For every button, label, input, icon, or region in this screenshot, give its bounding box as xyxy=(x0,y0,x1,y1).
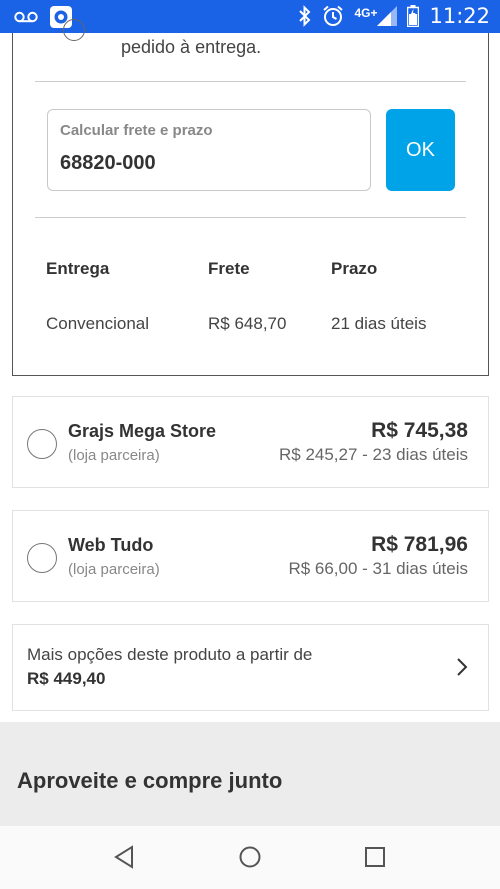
divider xyxy=(35,217,466,218)
chevron-right-icon xyxy=(457,658,468,676)
battery-icon xyxy=(407,5,420,27)
bluetooth-icon xyxy=(299,5,311,27)
buy-together-section: Aproveite e compre junto xyxy=(0,722,500,826)
seller-option[interactable]: Web Tudo (loja parceira) R$ 781,96 R$ 66… xyxy=(12,510,489,602)
header-entrega: Entrega xyxy=(46,259,110,278)
cep-field[interactable]: Calcular frete e prazo xyxy=(47,109,371,191)
section-title: Aproveite e compre junto xyxy=(17,768,283,793)
clock: 11:22 xyxy=(429,4,490,28)
seller-radio[interactable] xyxy=(27,543,57,573)
seller-option[interactable]: Grajs Mega Store (loja parceira) R$ 745,… xyxy=(12,396,489,488)
more-options-link[interactable]: Mais opções deste produto a partir de R$… xyxy=(12,624,489,711)
seller-radio[interactable] xyxy=(27,429,57,459)
signal-icon xyxy=(377,6,398,26)
seller-price: R$ 745,38 xyxy=(371,419,468,442)
seller-name: Grajs Mega Store xyxy=(68,421,217,441)
recents-icon[interactable] xyxy=(362,844,388,870)
divider xyxy=(35,81,466,82)
navigation-bar xyxy=(0,826,500,889)
seller-subtitle: (loja parceira) xyxy=(68,447,160,464)
back-icon[interactable] xyxy=(112,844,138,870)
more-options-text: Mais opções deste produto a partir de xyxy=(27,645,313,664)
delivery-card: pedido à entrega. Calcular frete e prazo… xyxy=(12,19,489,376)
home-icon[interactable] xyxy=(237,844,263,870)
network-type: 4G+ xyxy=(354,6,378,20)
ok-button[interactable]: OK xyxy=(386,109,455,191)
seller-shipping: R$ 66,00 - 31 dias úteis xyxy=(288,559,468,578)
cell-entrega: Convencional xyxy=(46,314,150,333)
seller-shipping: R$ 245,27 - 23 dias úteis xyxy=(278,445,468,464)
seller-name: Web Tudo xyxy=(68,535,154,555)
cell-prazo: 21 dias úteis xyxy=(331,314,427,333)
voicemail-icon xyxy=(14,11,38,23)
seller-price: R$ 781,96 xyxy=(371,533,468,556)
cell-frete: R$ 648,70 xyxy=(208,314,287,333)
seller-subtitle: (loja parceira) xyxy=(68,561,160,578)
alarm-icon xyxy=(323,5,344,26)
header-frete: Frete xyxy=(208,259,250,278)
partial-radio[interactable] xyxy=(63,19,85,41)
header-prazo: Prazo xyxy=(331,259,378,278)
cep-label: Calcular frete e prazo xyxy=(60,122,213,139)
more-options-price: R$ 449,40 xyxy=(27,669,106,688)
cep-input[interactable] xyxy=(60,152,350,175)
partial-text: pedido à entrega. xyxy=(121,37,262,57)
